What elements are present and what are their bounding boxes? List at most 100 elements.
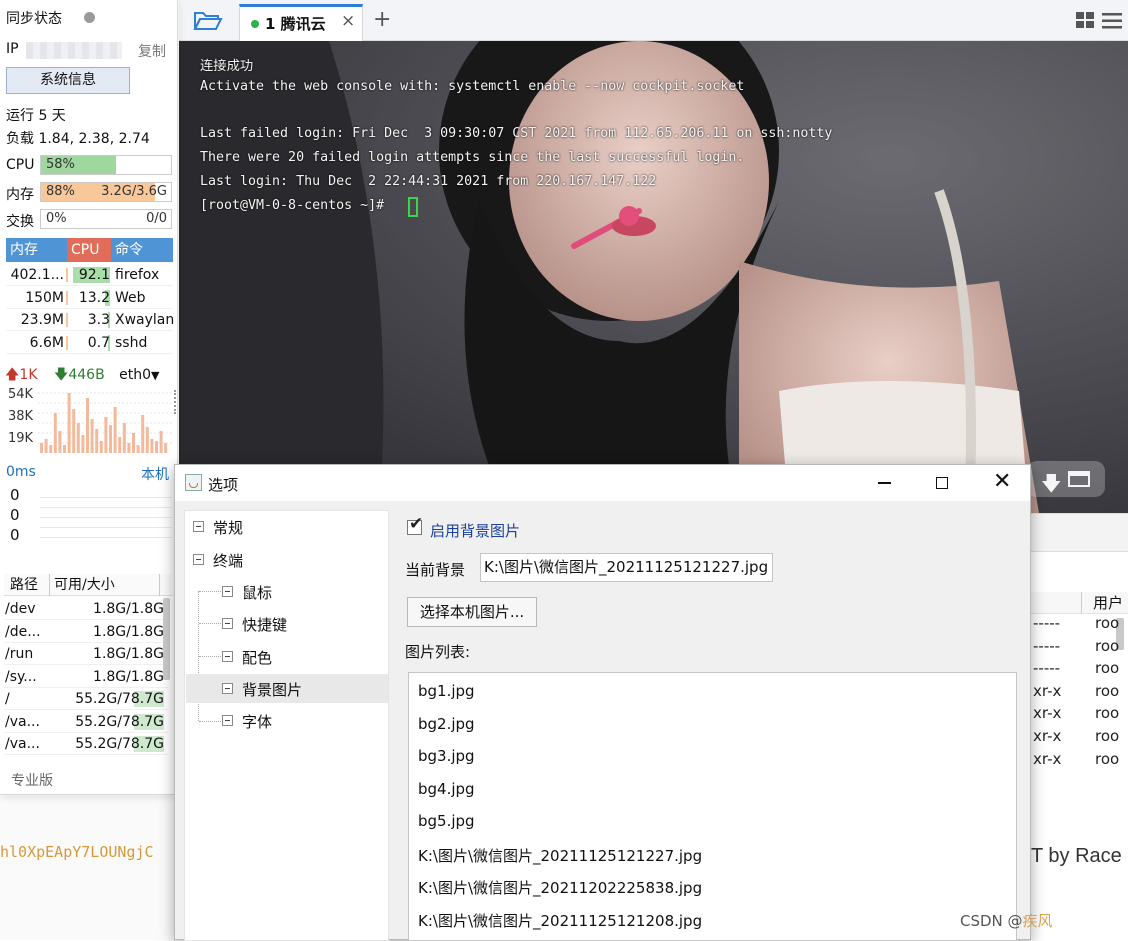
tab-bar: 1 腾讯云 × + [179,0,1128,41]
uptime-text: 运行 5 天 [6,108,66,124]
process-row[interactable]: 6.6M 0.7 sshd [6,332,173,354]
process-cpu: 13.2 [78,289,110,306]
background-page [0,796,178,940]
process-mem-bar [66,335,68,350]
tree-collapse-icon[interactable] [222,586,233,597]
image-list-item[interactable]: K:\图片\微信图片_20211125121227.jpg [418,845,702,866]
terminal-background-image [179,41,1128,513]
tab-tencent-cloud[interactable]: 1 腾讯云 × [239,4,363,41]
disk-row[interactable]: / 55.2G/78.7G [4,688,168,710]
terminal-area[interactable]: 🡇 连接成功 Activate the web console with: sys… [179,41,1128,513]
file-permission: xr-x [1033,704,1062,723]
disk-row[interactable]: /dev 1.8G/1.8G [4,598,168,620]
sidebar-resize-handle[interactable] [174,390,177,414]
enable-background-checkbox[interactable]: ✔ [407,514,423,535]
tree-collapse-icon[interactable] [193,554,204,565]
image-list-item[interactable]: bg5.jpg [418,812,475,830]
process-header-mem[interactable]: 内存 [6,238,66,262]
system-info-button[interactable]: 系统信息 [6,67,130,94]
terminal-line: Last failed login: Fri Dec 3 09:30:07 CS… [200,126,833,142]
background-code-text: hl0XpEApY7LOUNgjC [0,843,154,861]
disk-row[interactable]: /va... 55.2G/78.7G [4,733,168,755]
process-mem: 23.9M [20,312,64,328]
tree-collapse-icon[interactable] [222,683,233,694]
disk-size: 55.2G/78.7G [75,736,164,752]
process-table-header: 内存 CPU 命令 [6,238,173,262]
disk-size: 1.8G/1.8G [93,601,164,617]
memory-label: 内存 [6,187,34,203]
minimize-icon[interactable] [878,482,891,484]
tree-item-terminal[interactable]: 终端 [193,548,243,574]
maximize-terminal-icon[interactable] [1068,471,1090,487]
network-chart-ticks: 54K 38K 19K [8,387,34,446]
process-header-cmd[interactable]: 命令 [111,238,173,262]
image-list-item[interactable]: K:\图片\微信图片_20211202225838.jpg [418,877,702,898]
swap-usage-bar: 0% 0/0 [40,209,172,229]
process-command: Xwaylan [115,312,175,328]
process-mem-bar [66,268,68,282]
disk-row[interactable]: /de... 1.8G/1.8G [4,621,168,643]
disk-header-size[interactable]: 可用/大小 [54,574,115,596]
menu-icon[interactable] [1102,12,1124,34]
image-list-item[interactable]: K:\图片\微信图片_20211125121208.jpg [418,910,702,931]
process-cpu-cell: 0.7 [70,332,110,354]
ping-latency: 0ms [6,464,36,480]
process-mem-bar [66,290,68,305]
disk-row[interactable]: /sy... 1.8G/1.8G [4,666,168,688]
image-list-item[interactable]: bg1.jpg [418,682,475,700]
scroll-down-icon[interactable]: 🡇 [1041,469,1062,503]
disk-header-path[interactable]: 路径 [10,574,38,596]
tab-close-icon[interactable]: × [341,11,355,31]
tree-item-background-image[interactable]: 背景图片 [222,677,302,703]
ping-host[interactable]: 本机 [141,464,169,484]
maximize-icon[interactable] [936,477,948,489]
tree-item-general[interactable]: 常规 [193,515,243,541]
disk-list-scrollbar[interactable] [163,598,170,680]
image-list-item[interactable]: bg2.jpg [418,715,475,733]
background-right-text: T by Race [1031,845,1122,867]
file-permission: xr-x [1033,727,1062,745]
process-row[interactable]: 402.1... 92.1 firefox [6,264,173,286]
disk-row[interactable]: /va... 55.2G/78.7G [4,711,168,733]
disk-size: 1.8G/1.8G [93,623,164,640]
copy-ip-button[interactable]: 复制 [138,41,166,61]
process-cpu-cell: 13.2 [70,287,110,309]
enable-background-label[interactable]: 启用背景图片 [430,520,520,541]
tree-item-mouse[interactable]: 鼠标 [222,580,272,606]
process-header-cpu[interactable]: CPU [67,238,111,262]
folder-open-icon[interactable] [193,9,223,35]
close-icon[interactable]: ✕ [993,469,1011,495]
tree-collapse-icon[interactable] [222,715,233,726]
process-command: Web [115,289,146,306]
load-average-text: 负载 1.84, 2.38, 2.74 [6,131,150,147]
java-app-icon [185,474,202,491]
cpu-label: CPU [6,157,35,173]
add-tab-button[interactable]: + [373,7,391,32]
current-background-field[interactable]: K:\图片\微信图片_20211125121227.jpg [480,553,773,582]
csdn-watermark: CSDN @疾风 [960,912,1053,930]
choose-local-image-button[interactable]: 选择本机图片... [407,597,537,627]
process-cpu-cell: 92.1 [70,264,110,286]
chevron-down-icon[interactable]: ▼ [151,369,159,382]
disk-size: 1.8G/1.8G [93,668,164,685]
sync-status-label: 同步状态 [6,11,62,27]
tree-item-color-scheme[interactable]: 配色 [222,645,272,671]
current-background-label: 当前背景 [405,561,466,579]
image-list-item[interactable]: bg4.jpg [418,780,475,798]
process-mem: 150M [25,289,64,306]
settings-tree: 常规终端鼠标快捷键配色背景图片字体 [184,510,389,941]
process-mem: 402.1... [10,267,64,283]
network-interface-select[interactable]: eth0 [119,367,151,383]
tree-collapse-icon[interactable] [222,618,233,629]
disk-row[interactable]: /run 1.8G/1.8G [4,643,168,665]
process-row[interactable]: 150M 13.2 Web [6,287,173,309]
tree-item-shortcuts[interactable]: 快捷键 [222,612,287,638]
image-list-item[interactable]: bg3.jpg [418,747,475,765]
disk-path: / [5,691,10,707]
disk-size: 55.2G/78.7G [75,691,164,707]
process-row[interactable]: 23.9M 3.3 Xwaylan [6,309,175,331]
tree-collapse-icon[interactable] [193,521,204,532]
tree-item-font[interactable]: 字体 [222,709,272,735]
layout-grid-icon[interactable] [1076,12,1096,34]
tree-collapse-icon[interactable] [222,651,233,662]
